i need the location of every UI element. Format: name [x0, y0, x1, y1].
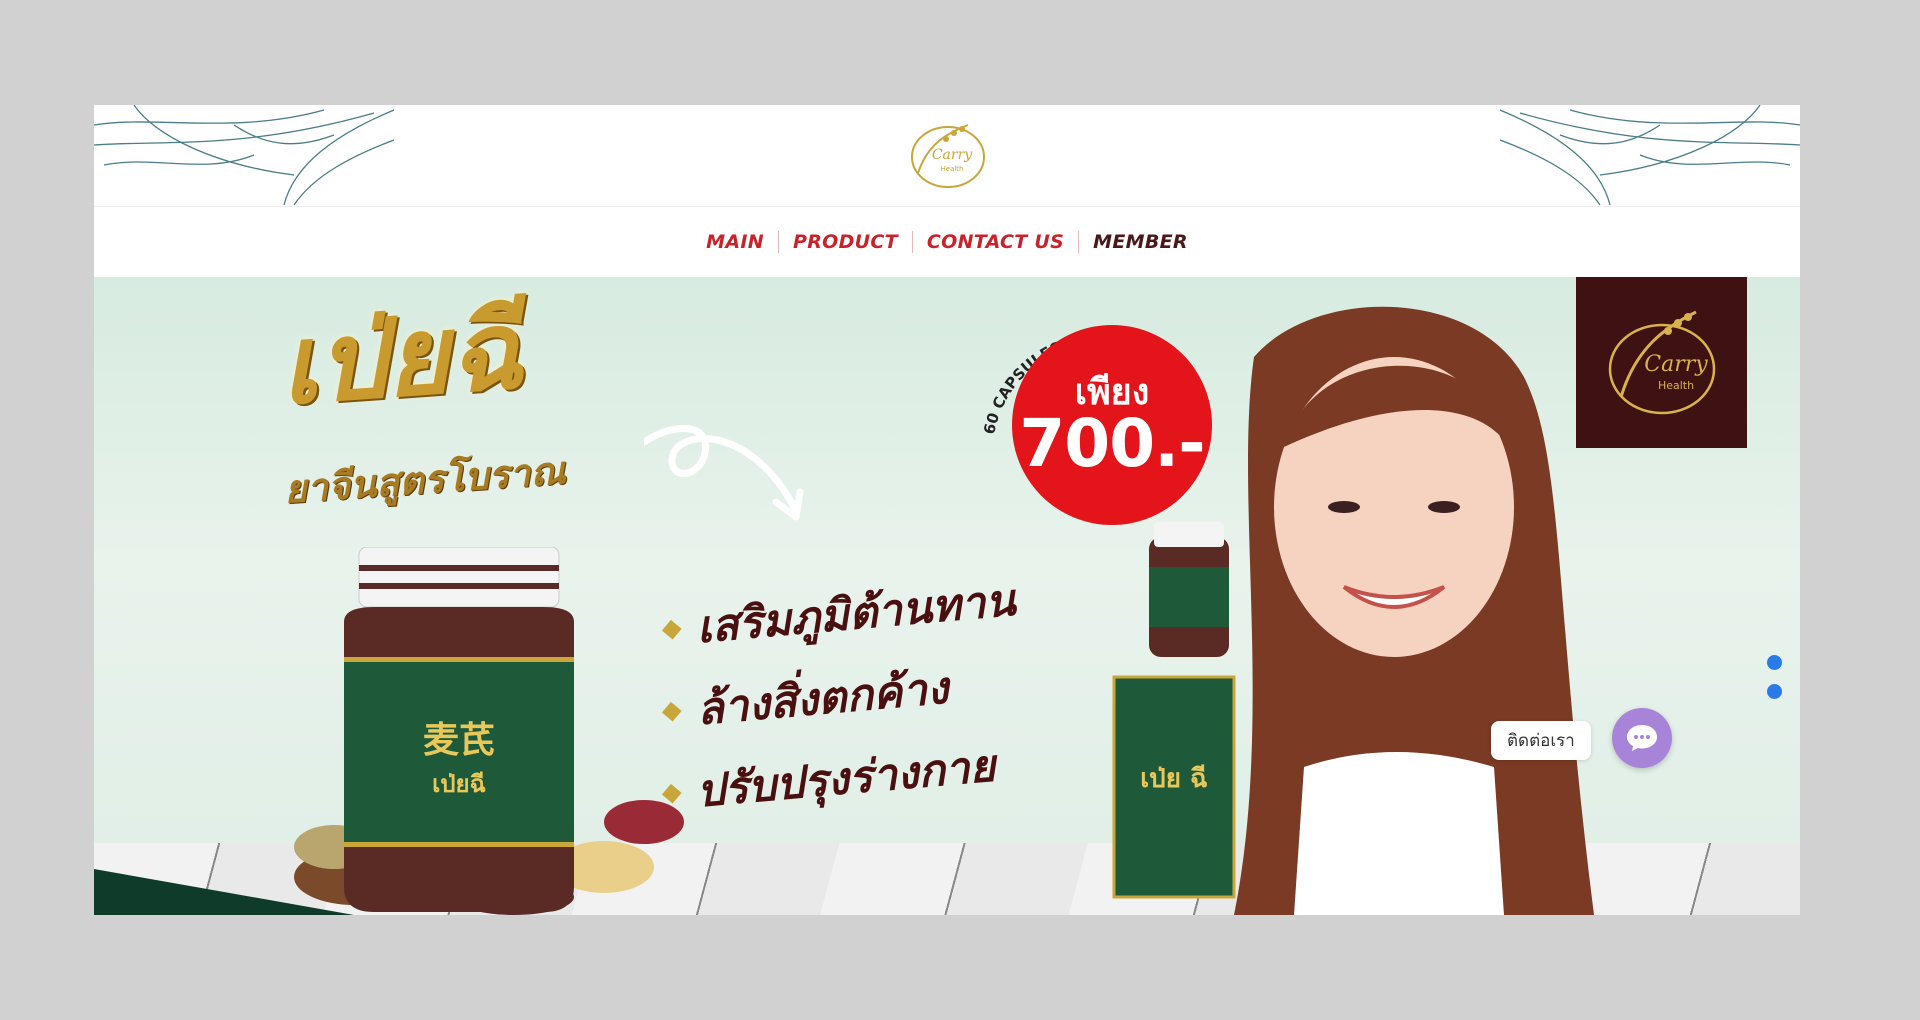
- chat-bubble-icon: [1627, 725, 1657, 751]
- model-photo: เป่ย ฉี: [1112, 306, 1594, 915]
- chat-button[interactable]: [1612, 708, 1672, 768]
- leaf-decoration-left: [94, 105, 394, 206]
- box-label-text: เป่ย ฉี: [1140, 764, 1208, 794]
- slider-dot[interactable]: [1767, 684, 1782, 699]
- hero-banner[interactable]: เป่ยฉี ยาจีนสูตรโบราณ 麦芪 เป่ยฉี เสริมภูม…: [94, 277, 1800, 915]
- benefits-list: เสริมภูมิต้านทาน ล้างสิ่งตกค้าง ปรับปรุง…: [661, 575, 1084, 823]
- badge-text-health: Health: [1658, 379, 1694, 392]
- carry-health-logo[interactable]: Carry Health: [898, 113, 998, 195]
- contact-us-label[interactable]: ติดต่อเรา: [1491, 721, 1591, 760]
- carry-health-logo-badge[interactable]: Carry Health: [1576, 277, 1747, 448]
- product-headline: เป่ยฉี: [275, 287, 527, 430]
- slider-pagination: [1767, 655, 1782, 713]
- nav-item-product[interactable]: PRODUCT: [777, 231, 912, 253]
- benefit-text: ล้างสิ่งตกค้าง: [694, 662, 951, 736]
- badge-text-carry: Carry: [1644, 352, 1708, 377]
- website-frame: Carry Health MAIN PRODUCT CONTACT US MEM…: [94, 105, 1800, 915]
- product-subheadline: ยาจีนสูตรโบราณ: [282, 448, 567, 512]
- logo-text-carry: Carry: [932, 147, 973, 163]
- main-nav: MAIN PRODUCT CONTACT US MEMBER: [94, 207, 1800, 277]
- diamond-bullet-icon: [661, 619, 682, 640]
- diamond-bullet-icon: [661, 701, 682, 722]
- leaf-decoration-right: [1500, 105, 1800, 206]
- product-jar-image: 麦芪 เป่ยฉี: [344, 547, 574, 912]
- nav-item-main[interactable]: MAIN: [692, 231, 778, 253]
- nav-item-contact-us[interactable]: CONTACT US: [911, 231, 1078, 253]
- swirl-arrow: [644, 425, 804, 521]
- carry-health-badge-icon: Carry Health: [1608, 310, 1716, 415]
- site-header: Carry Health: [94, 105, 1800, 207]
- benefit-text: เสริมภูมิต้านทาน: [694, 574, 1018, 654]
- slider-dot[interactable]: [1767, 655, 1782, 670]
- benefit-text: ปรับปรุงร่างกาย: [694, 740, 998, 818]
- nav-item-member[interactable]: MEMBER: [1078, 231, 1202, 253]
- jar-thai-text: เป่ยฉี: [432, 770, 486, 798]
- logo-text-health: Health: [941, 165, 964, 173]
- jar-chinese-text: 麦芪: [423, 719, 495, 761]
- diamond-bullet-icon: [661, 783, 682, 804]
